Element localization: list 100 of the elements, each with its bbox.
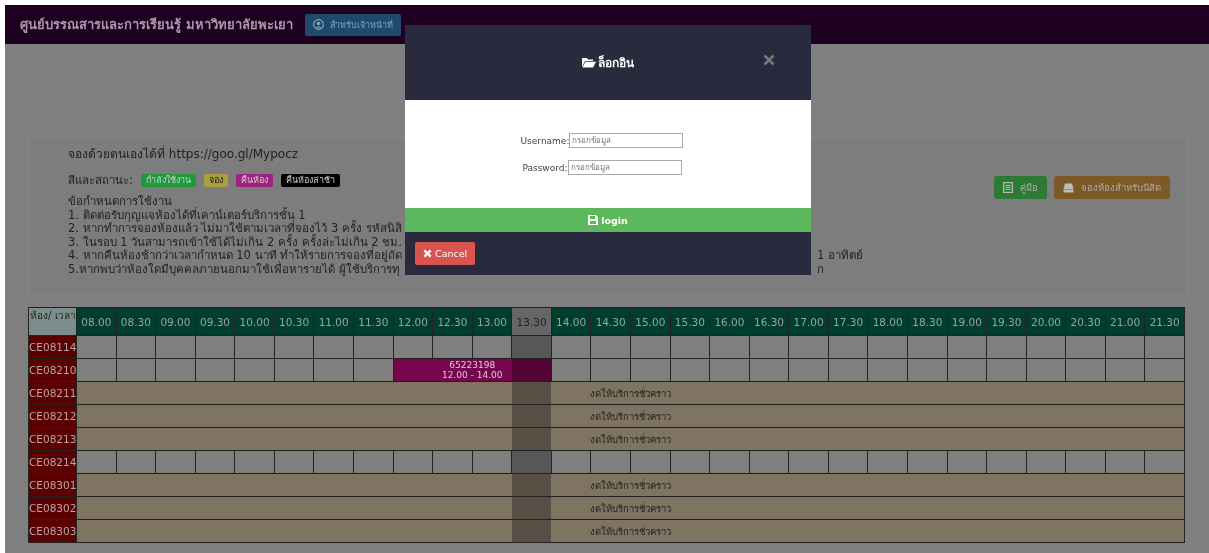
slot-cell[interactable] <box>1105 359 1145 381</box>
slot-cell[interactable] <box>314 359 353 381</box>
slot-cell[interactable] <box>710 336 749 358</box>
slot-cell[interactable] <box>987 359 1026 381</box>
slot-cell[interactable] <box>116 336 156 358</box>
slot-cell[interactable] <box>631 359 670 381</box>
slot-cell[interactable] <box>156 451 195 473</box>
slot-cell[interactable] <box>472 336 512 358</box>
login-button[interactable]: login <box>405 208 811 232</box>
slot-cell[interactable] <box>156 359 195 381</box>
slot-cell[interactable] <box>670 336 710 358</box>
time-header: 18.00 <box>868 308 907 335</box>
slot-cell[interactable] <box>1066 359 1105 381</box>
slot-cell[interactable] <box>354 336 393 358</box>
slot-cell[interactable] <box>77 451 116 473</box>
slot-cell[interactable] <box>868 336 907 358</box>
slot-cell[interactable] <box>354 451 393 473</box>
slot-cell[interactable] <box>868 359 907 381</box>
slot-cell[interactable] <box>1026 451 1066 473</box>
room-label: CE08302 <box>29 497 76 519</box>
slot-cell[interactable] <box>749 359 789 381</box>
cancel-button[interactable]: Cancel <box>415 242 476 265</box>
slot-cell[interactable] <box>77 359 116 381</box>
slot-cell[interactable] <box>1066 336 1105 358</box>
time-header: 14.00 <box>551 308 591 335</box>
slot-cell[interactable] <box>354 359 393 381</box>
slot-cell[interactable] <box>1145 359 1184 381</box>
slot-cell[interactable] <box>1066 451 1105 473</box>
slot-cell[interactable] <box>314 451 353 473</box>
slot-cell[interactable] <box>512 451 551 473</box>
slot-cell[interactable] <box>670 451 710 473</box>
input-field[interactable]: กรอกข้อมูล <box>569 133 684 148</box>
slot-cell[interactable] <box>828 359 868 381</box>
slot-cell[interactable] <box>710 451 749 473</box>
slot-cell[interactable] <box>908 451 947 473</box>
status-tag: คืนห้อง <box>235 173 273 187</box>
slot-cell[interactable] <box>235 336 274 358</box>
slot-cell[interactable] <box>1145 451 1184 473</box>
slot-cell[interactable] <box>433 451 472 473</box>
close-icon[interactable] <box>763 54 775 66</box>
slot-cell[interactable] <box>472 451 512 473</box>
slot-cell[interactable] <box>235 359 274 381</box>
slot-cell[interactable] <box>551 451 591 473</box>
slot-cell[interactable] <box>1105 451 1145 473</box>
student-booking-button[interactable]: จองห้องสำหรับนิสิต <box>1054 176 1170 199</box>
slot-cell[interactable] <box>987 336 1026 358</box>
slot-cell[interactable] <box>116 451 156 473</box>
slot-cell[interactable] <box>908 336 947 358</box>
slot-cell[interactable] <box>591 336 630 358</box>
time-header: 21.00 <box>1105 308 1145 335</box>
input-field[interactable]: กรอกข้อมูล <box>567 160 682 175</box>
slot-cell[interactable] <box>1105 336 1145 358</box>
slot-cell[interactable] <box>274 451 314 473</box>
slot-cell[interactable] <box>156 336 195 358</box>
slot-cell[interactable] <box>314 336 353 358</box>
slot-cell[interactable] <box>987 451 1026 473</box>
slot-cell[interactable] <box>908 359 947 381</box>
booking-block[interactable]: 65223198 12.00 - 14.00 <box>393 359 551 381</box>
slot-cell[interactable] <box>591 451 630 473</box>
slot-cell[interactable] <box>1026 359 1066 381</box>
slot-cell[interactable] <box>393 336 433 358</box>
slot-cell[interactable] <box>116 359 156 381</box>
time-header: 15.00 <box>631 308 670 335</box>
slot-cell[interactable] <box>749 336 789 358</box>
slot-cell[interactable] <box>433 336 472 358</box>
slot-cell[interactable] <box>828 336 868 358</box>
slot-cell[interactable] <box>591 359 630 381</box>
slot-cell[interactable] <box>789 359 828 381</box>
slot-cell[interactable] <box>274 336 314 358</box>
slot-cell[interactable] <box>393 451 433 473</box>
slot-cell[interactable] <box>947 451 987 473</box>
staff-button[interactable]: สำหรับเจ้าหน้าที่ <box>304 13 401 36</box>
slot-cell[interactable] <box>235 451 274 473</box>
slot-cell[interactable] <box>1026 336 1066 358</box>
slot-cell[interactable] <box>274 359 314 381</box>
slot-cell[interactable] <box>195 451 235 473</box>
time-header: 13.30 <box>512 308 551 335</box>
slot-cell[interactable] <box>195 359 235 381</box>
booking-code: 65223198 <box>449 360 496 370</box>
slot-cell[interactable] <box>789 336 828 358</box>
booking-time: 12.00 - 14.00 <box>441 370 503 380</box>
slot-cell[interactable] <box>631 336 670 358</box>
slot-cell[interactable] <box>1145 336 1184 358</box>
slot-cell[interactable] <box>77 336 116 358</box>
slot-cell[interactable] <box>947 359 987 381</box>
slot-cell[interactable] <box>789 451 828 473</box>
slot-cell[interactable] <box>512 336 551 358</box>
field-label: Username: <box>520 135 570 146</box>
slot-cell[interactable] <box>868 451 907 473</box>
slot-cell[interactable] <box>828 451 868 473</box>
slot-cell[interactable] <box>670 359 710 381</box>
slot-cell[interactable] <box>947 336 987 358</box>
manual-button[interactable]: คู่มือ <box>994 176 1047 199</box>
slot-cell[interactable] <box>551 336 591 358</box>
time-header: 08.30 <box>116 308 156 335</box>
slot-cell[interactable] <box>631 451 670 473</box>
slot-cell[interactable] <box>710 359 749 381</box>
slot-cell[interactable] <box>551 359 591 381</box>
slot-cell[interactable] <box>195 336 235 358</box>
slot-cell[interactable] <box>749 451 789 473</box>
